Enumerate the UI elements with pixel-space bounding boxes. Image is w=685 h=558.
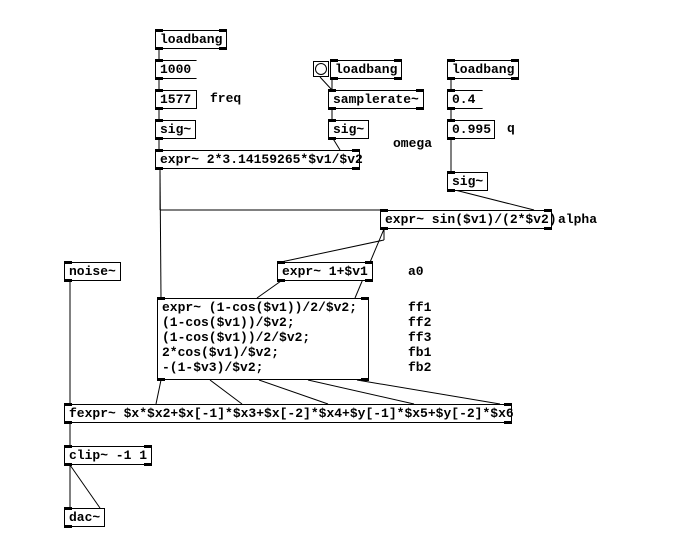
label-ff2: ff2 (408, 315, 431, 330)
label-freq: freq (210, 91, 241, 106)
iolet (155, 59, 163, 62)
iolet (155, 29, 163, 32)
iolet (277, 261, 285, 264)
iolet (64, 525, 72, 528)
label-q: q (507, 121, 515, 136)
iolet (219, 29, 227, 32)
iolet (511, 77, 519, 80)
obj-samplerate[interactable]: samplerate~ (328, 90, 424, 109)
iolet (352, 149, 360, 152)
iolet (394, 59, 402, 62)
iolet (155, 149, 163, 152)
iolet (416, 107, 424, 110)
iolet (365, 261, 373, 264)
iolet (64, 445, 72, 448)
iolet (447, 119, 455, 122)
label-a0: a0 (408, 264, 424, 279)
iolet (157, 378, 165, 381)
obj-alpha-expr[interactable]: expr~ sin($v1)/(2*$v2) (380, 210, 552, 229)
obj-loadbang-2[interactable]: loadbang (330, 60, 402, 79)
obj-fexpr[interactable]: fexpr~ $x*$x2+$x[-1]*$x3+$x[-2]*$x4+$y[-… (64, 404, 512, 423)
iolet (64, 421, 72, 424)
iolet (447, 137, 455, 140)
label-alpha: alpha (558, 212, 597, 227)
iolet (155, 119, 163, 122)
iolet (144, 463, 152, 466)
iolet (155, 167, 163, 170)
bang-button[interactable] (313, 61, 329, 77)
iolet (352, 167, 360, 170)
label-ff1: ff1 (408, 300, 431, 315)
iolet (504, 421, 512, 424)
iolet (155, 77, 163, 80)
iolet (64, 507, 72, 510)
iolet (380, 227, 388, 230)
label-ff3: ff3 (408, 330, 431, 345)
iolet (328, 107, 336, 110)
obj-a0-expr[interactable]: expr~ 1+$v1 (277, 262, 373, 281)
iolet (380, 209, 388, 212)
iolet (416, 89, 424, 92)
iolet (447, 107, 455, 110)
iolet (328, 137, 336, 140)
iolet (361, 378, 369, 381)
label-fb2: fb2 (408, 360, 431, 375)
iolet (155, 89, 163, 92)
iolet (64, 463, 72, 466)
obj-omega-expr[interactable]: expr~ 2*3.14159265*$v1/$v2 (155, 150, 360, 169)
iolet (157, 297, 165, 300)
iolet (277, 279, 285, 282)
iolet (219, 47, 227, 50)
iolet (511, 59, 519, 62)
obj-clip[interactable]: clip~ -1 1 (64, 446, 152, 465)
iolet (155, 107, 163, 110)
iolet (447, 89, 455, 92)
iolet (365, 279, 373, 282)
label-omega: omega (393, 136, 432, 151)
iolet (330, 59, 338, 62)
iolet (447, 59, 455, 62)
iolet (447, 171, 455, 174)
iolet (64, 261, 72, 264)
iolet (155, 47, 163, 50)
iolet (328, 89, 336, 92)
iolet (544, 227, 552, 230)
obj-noise[interactable]: noise~ (64, 262, 121, 281)
iolet (155, 137, 163, 140)
iolet (447, 189, 455, 192)
iolet (144, 445, 152, 448)
iolet (330, 77, 338, 80)
iolet (394, 77, 402, 80)
iolet (447, 77, 455, 80)
iolet (64, 279, 72, 282)
obj-loadbang-3[interactable]: loadbang (447, 60, 519, 79)
iolet (64, 403, 72, 406)
iolet (504, 403, 512, 406)
iolet (544, 209, 552, 212)
obj-loadbang-1[interactable]: loadbang (155, 30, 227, 49)
obj-coeffs-expr[interactable]: expr~ (1-cos($v1))/2/$v2; (1-cos($v1))/$… (157, 298, 369, 380)
iolet (361, 297, 369, 300)
label-fb1: fb1 (408, 345, 431, 360)
iolet (328, 119, 336, 122)
